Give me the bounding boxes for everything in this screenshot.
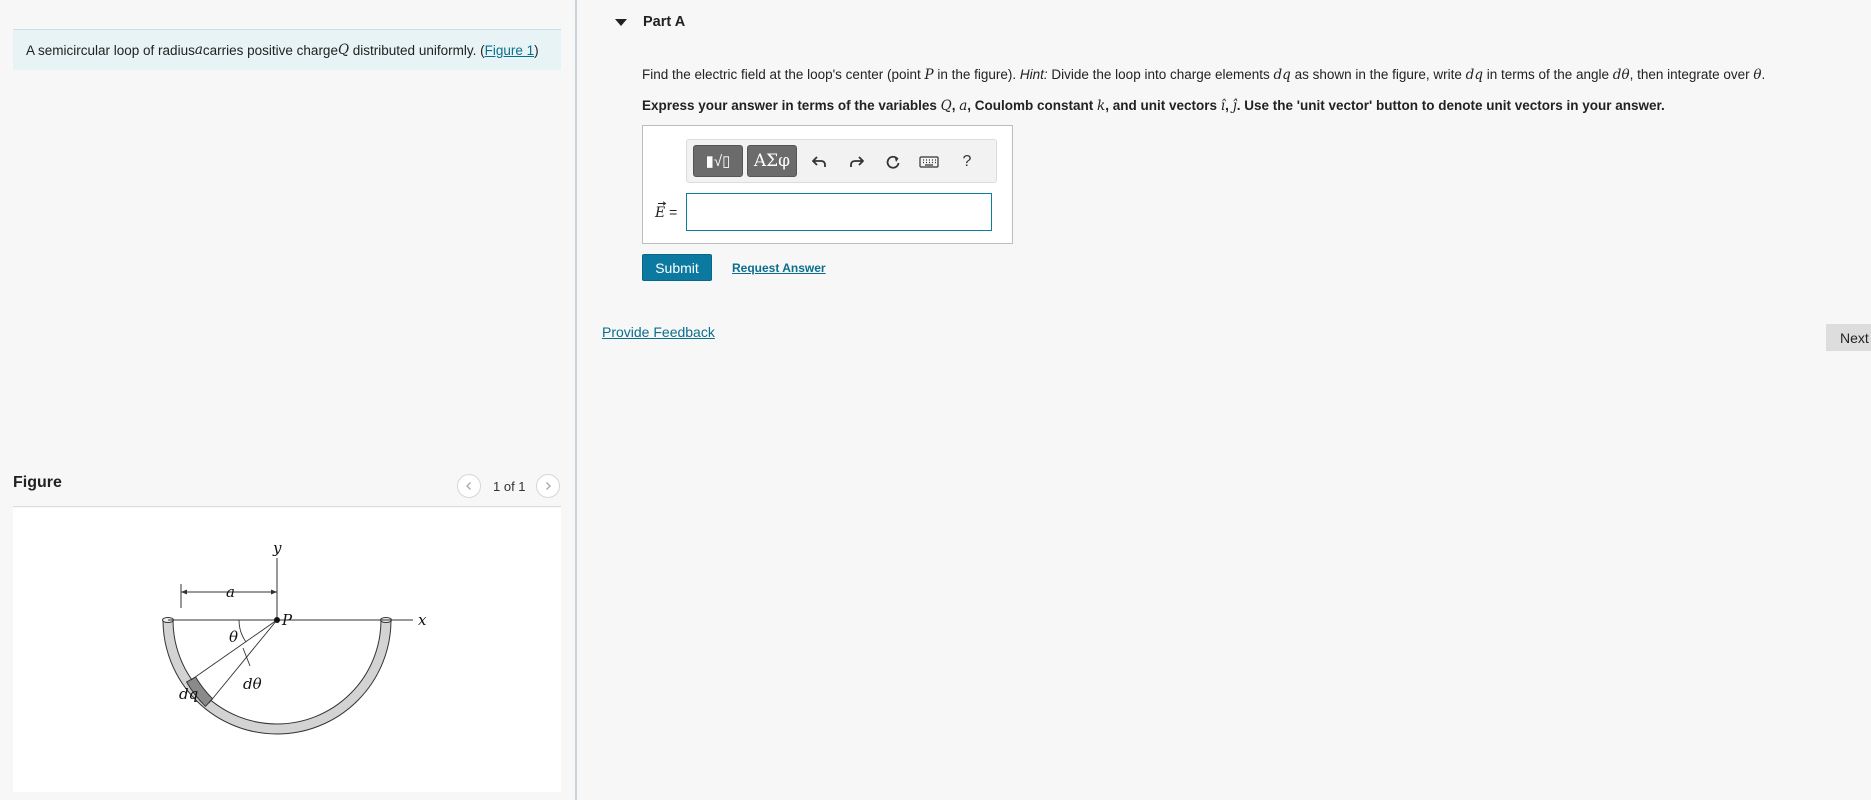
label-y: y: [272, 539, 282, 557]
loop-ring: [162, 619, 392, 735]
submit-button[interactable]: Submit: [642, 254, 712, 281]
var-Q: Q: [337, 42, 350, 58]
question-segment: .: [1761, 67, 1766, 82]
symbols-label: ΑΣφ: [753, 151, 791, 171]
request-answer-link[interactable]: Request Answer: [732, 261, 826, 275]
undo-icon: [812, 156, 826, 167]
var-k: k: [1097, 98, 1106, 114]
label-x: x: [418, 611, 427, 629]
chevron-right-icon: [546, 482, 551, 490]
var-dq: dq: [1273, 67, 1291, 83]
instruction-segment: . Use the 'unit vector' button to denote…: [1236, 98, 1665, 113]
var-dq: dq: [1465, 67, 1483, 83]
caret-down-icon: [615, 18, 627, 26]
instruction-segment: , and unit vectors: [1105, 98, 1221, 113]
problem-text-1: A semicircular loop of radius: [26, 42, 195, 58]
instruction-text: Express your answer in terms of the vari…: [642, 98, 1665, 114]
problem-statement: A semicircular loop of radius a carries …: [13, 29, 561, 70]
chevron-left-icon: [466, 482, 471, 490]
figure-title: Figure: [13, 474, 62, 491]
problem-text-2: carries positive charge: [202, 42, 338, 58]
templates-icon: ▮√▯: [705, 153, 731, 170]
question-segment: in terms of the angle: [1482, 67, 1613, 82]
label-theta: θ: [229, 628, 238, 646]
instruction-segment: Express your answer in terms of the vari…: [642, 98, 941, 113]
math-toolbar: ▮√▯ ΑΣφ ?: [686, 139, 997, 183]
question-segment: , then integrate over: [1629, 67, 1754, 82]
right-pane: Part A Find the electric field at the lo…: [577, 0, 1871, 800]
label-p: P: [281, 611, 293, 629]
answer-input[interactable]: [686, 193, 992, 231]
var-dtheta: dθ: [1612, 67, 1630, 83]
reset-button[interactable]: [879, 148, 907, 176]
instruction-segment: ,: [1225, 98, 1233, 113]
semicircle-loop-figure: y x a P θ dθ dq: [162, 539, 427, 735]
figure-divider: [13, 506, 561, 507]
figure-counter: 1 of 1: [493, 479, 526, 494]
symbols-button[interactable]: ΑΣφ: [747, 145, 797, 177]
question-text: Find the electric field at the loop's ce…: [642, 67, 1765, 83]
answer-label: E =: [655, 201, 678, 221]
part-title: Part A: [643, 14, 686, 30]
instruction-segment: , Coulomb constant: [967, 98, 1098, 113]
provide-feedback-link[interactable]: Provide Feedback: [602, 324, 715, 340]
equals-sign: =: [665, 204, 678, 220]
figure-next-button[interactable]: [536, 474, 560, 498]
question-segment: as shown in the figure, write: [1290, 67, 1466, 82]
figure-canvas: y x a P θ dθ dq: [13, 508, 561, 792]
left-pane: A semicircular loop of radius a carries …: [0, 0, 575, 800]
point-p-dot: [274, 617, 280, 623]
keyboard-icon: [919, 156, 939, 168]
a-dimension-arrow-left: [181, 589, 187, 595]
undo-button[interactable]: [805, 148, 833, 176]
var-a: a: [194, 42, 203, 58]
label-a: a: [226, 583, 235, 601]
help-icon: ?: [962, 153, 972, 170]
redo-icon: [850, 156, 864, 167]
var-Q: Q: [940, 98, 952, 114]
help-button[interactable]: ?: [953, 148, 981, 176]
hint-label: Hint:: [1019, 67, 1048, 82]
label-dtheta: dθ: [243, 675, 262, 693]
answer-box: ▮√▯ ΑΣφ ? E =: [642, 125, 1013, 244]
var-P: P: [924, 67, 934, 83]
next-button[interactable]: Next: [1826, 324, 1871, 351]
var-theta: θ: [1753, 67, 1762, 83]
dtheta-pointer: [242, 647, 251, 667]
theta-arc: [238, 619, 247, 643]
question-segment: Divide the loop into charge elements: [1047, 67, 1274, 82]
var-E-vector: E: [655, 205, 666, 221]
figure-link[interactable]: Figure 1: [485, 43, 535, 58]
reset-icon: [886, 155, 900, 169]
figure-header: Figure 1 of 1: [13, 470, 561, 506]
vector-arrow-icon: [658, 201, 667, 206]
a-dimension-arrow-right: [271, 589, 277, 595]
part-header[interactable]: Part A: [615, 14, 685, 30]
problem-text-4: ): [534, 42, 539, 58]
figure-prev-button[interactable]: [457, 474, 481, 498]
problem-text-3: distributed uniformly. (: [349, 42, 485, 58]
question-segment: Find the electric field at the loop's ce…: [642, 67, 925, 82]
keyboard-button[interactable]: [915, 148, 943, 176]
redo-button[interactable]: [843, 148, 871, 176]
question-segment: in the figure).: [933, 67, 1020, 82]
label-dq: dq: [179, 685, 198, 703]
templates-button[interactable]: ▮√▯: [693, 145, 743, 177]
